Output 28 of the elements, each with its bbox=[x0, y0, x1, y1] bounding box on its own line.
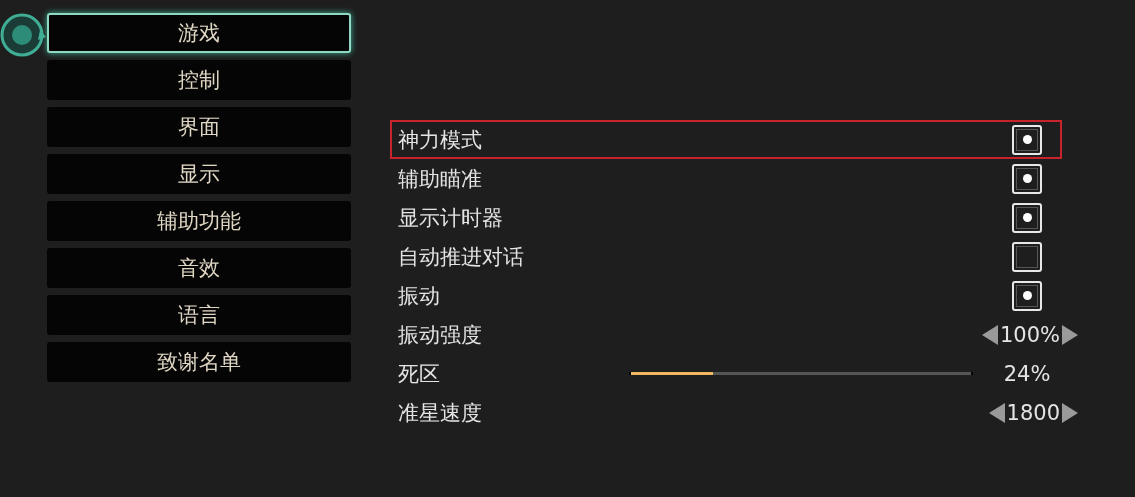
menu-item[interactable]: 界面 bbox=[47, 107, 351, 147]
menu-item[interactable]: 控制 bbox=[47, 60, 351, 100]
menu-item[interactable]: 游戏 bbox=[47, 13, 351, 53]
menu-item[interactable]: 音效 bbox=[47, 248, 351, 288]
setting-label: 振动强度 bbox=[398, 321, 483, 349]
setting-label: 振动 bbox=[398, 282, 441, 310]
stepper-value: 1800 bbox=[1006, 400, 1060, 425]
setting-label: 辅助瞄准 bbox=[398, 165, 483, 193]
menu-item[interactable]: 辅助功能 bbox=[47, 201, 351, 241]
checkbox[interactable] bbox=[1012, 202, 1042, 233]
checkbox[interactable] bbox=[1012, 124, 1042, 155]
setting-label: 显示计时器 bbox=[398, 204, 504, 232]
setting-label: 神力模式 bbox=[398, 126, 483, 154]
checkbox[interactable] bbox=[1012, 163, 1042, 194]
slider-reading: 24% bbox=[1002, 361, 1052, 386]
checkbox[interactable] bbox=[1012, 241, 1042, 272]
checkbox[interactable] bbox=[1012, 280, 1042, 311]
highlighted-row[interactable]: 神力模式 bbox=[390, 120, 1062, 159]
menu-item[interactable]: 致谢名单 bbox=[47, 342, 351, 382]
setting-label: 自动推进对话 bbox=[398, 243, 525, 271]
slider-track[interactable] bbox=[629, 372, 973, 375]
setting-label: 准星速度 bbox=[398, 399, 483, 427]
right-arrow-icon[interactable] bbox=[1060, 401, 1080, 424]
setting-label: 死区 bbox=[398, 360, 441, 388]
right-arrow-icon[interactable] bbox=[1060, 323, 1080, 346]
menu-item[interactable]: 显示 bbox=[47, 154, 351, 194]
stepper-value: 100% bbox=[999, 322, 1060, 347]
menu-item[interactable]: 语言 bbox=[47, 295, 351, 335]
